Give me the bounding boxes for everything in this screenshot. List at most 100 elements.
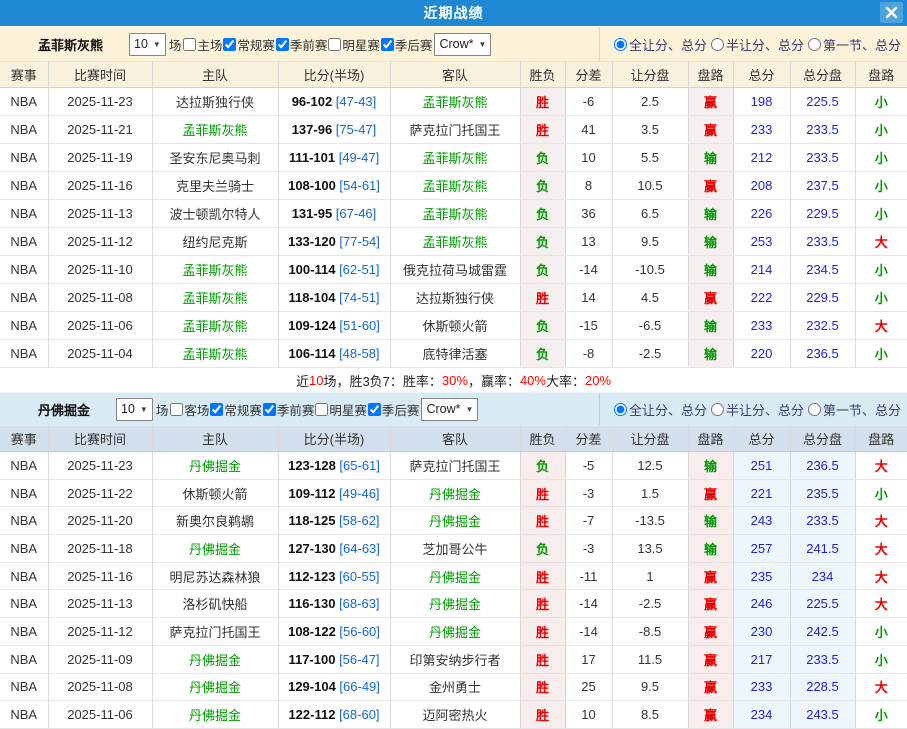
date-cell: 2025-11-23 [48, 452, 152, 480]
games-count-select[interactable]: 10 ▼ [129, 33, 166, 56]
radio-input[interactable] [808, 38, 821, 51]
table-row: NBA2025-11-20新奥尔良鹈鹕118-125 [58-62]丹佛掘金胜-… [0, 507, 907, 535]
table-row: NBA2025-11-10孟菲斯灰熊100-114 [62-51]俄克拉荷马城雷… [0, 256, 907, 284]
over-under-cell: 小 [855, 88, 907, 116]
mode-radio[interactable]: 全让分、总分 [614, 35, 707, 54]
col-total-line: 总分盘 [790, 62, 855, 88]
win-loss-cell: 胜 [520, 562, 565, 590]
table-row: NBA2025-11-21孟菲斯灰熊137-96 [75-47]萨克拉门托国王胜… [0, 116, 907, 144]
col-over-under: 盘路 [855, 426, 907, 452]
table-row: NBA2025-11-16明尼苏达森林狼112-123 [60-55]丹佛掘金胜… [0, 562, 907, 590]
radio-label: 全让分、总分 [629, 400, 707, 419]
filter-checkbox[interactable]: 常规赛 [222, 35, 275, 54]
league-cell: NBA [0, 88, 48, 116]
checkbox-label: 季前赛 [290, 35, 328, 54]
filter-checkbox-group: 客场常规赛季前赛明星赛季后赛 [169, 400, 419, 419]
away-team-cell: 迈阿密热火 [390, 701, 520, 729]
checkbox-input[interactable] [183, 38, 196, 51]
score-cell: 116-130 [68-63] [278, 590, 390, 618]
handicap-result-cell: 赢 [688, 479, 733, 507]
radio-input[interactable] [614, 38, 627, 51]
handicap-line-cell: 1 [612, 562, 688, 590]
mode-radio[interactable]: 半让分、总分 [711, 35, 804, 54]
filter-checkbox[interactable]: 常规赛 [209, 400, 262, 419]
date-cell: 2025-11-16 [48, 172, 152, 200]
checkbox-input[interactable] [381, 38, 394, 51]
total-points-cell: 251 [733, 452, 790, 480]
away-team-cell: 萨克拉门托国王 [390, 116, 520, 144]
point-diff-cell: -15 [565, 312, 612, 340]
filter-checkbox[interactable]: 季后赛 [380, 35, 433, 54]
league-cell: NBA [0, 452, 48, 480]
filter-checkbox[interactable]: 季后赛 [367, 400, 420, 419]
filter-left: 孟菲斯灰熊 10 ▼ 场 主场常规赛季前赛明星赛季后赛 Crow* ▼ [0, 27, 600, 61]
checkbox-input[interactable] [368, 403, 381, 416]
away-team-cell: 孟菲斯灰熊 [390, 200, 520, 228]
col-total: 总分 [733, 426, 790, 452]
total-line-cell: 236.5 [790, 340, 855, 368]
handicap-result-cell: 输 [688, 228, 733, 256]
mode-radio[interactable]: 全让分、总分 [614, 400, 707, 419]
filter-checkbox[interactable]: 明星赛 [314, 400, 367, 419]
table-row: NBA2025-11-19圣安东尼奥马刺111-101 [49-47]孟菲斯灰熊… [0, 144, 907, 172]
mode-radio[interactable]: 第一节、总分 [808, 35, 901, 54]
away-team-cell: 印第安纳步行者 [390, 645, 520, 673]
filter-checkbox[interactable]: 主场 [182, 35, 222, 54]
filter-left: 丹佛掘金 10 ▼ 场 客场常规赛季前赛明星赛季后赛 Crow* ▼ [0, 393, 600, 425]
caret-down-icon: ▼ [153, 40, 161, 49]
radio-input[interactable] [808, 403, 821, 416]
col-win-loss: 胜负 [520, 62, 565, 88]
checkbox-input[interactable] [210, 403, 223, 416]
checkbox-input[interactable] [170, 403, 183, 416]
handicap-line-cell: 5.5 [612, 144, 688, 172]
score-cell: 111-101 [49-47] [278, 144, 390, 172]
total-line-cell: 233.5 [790, 645, 855, 673]
radio-input[interactable] [711, 403, 724, 416]
win-loss-cell: 胜 [520, 645, 565, 673]
handicap-result-cell: 赢 [688, 701, 733, 729]
table-row: NBA2025-11-08丹佛掘金129-104 [66-49]金州勇士胜259… [0, 673, 907, 701]
handicap-result-cell: 输 [688, 256, 733, 284]
checkbox-input[interactable] [276, 38, 289, 51]
point-diff-cell: -14 [565, 590, 612, 618]
handicap-result-cell: 赢 [688, 562, 733, 590]
table-row: NBA2025-11-09丹佛掘金117-100 [56-47]印第安纳步行者胜… [0, 645, 907, 673]
source-select[interactable]: Crow* ▼ [434, 33, 491, 56]
over-under-cell: 大 [855, 562, 907, 590]
handicap-result-cell: 输 [688, 452, 733, 480]
score-cell: 117-100 [56-47] [278, 645, 390, 673]
filterbar: 孟菲斯灰熊 10 ▼ 场 主场常规赛季前赛明星赛季后赛 Crow* ▼ 全让分、… [0, 26, 907, 61]
date-cell: 2025-11-08 [48, 673, 152, 701]
filter-checkbox[interactable]: 客场 [169, 400, 209, 419]
col-date: 比赛时间 [48, 62, 152, 88]
mode-radio[interactable]: 第一节、总分 [808, 400, 901, 419]
radio-input[interactable] [614, 403, 627, 416]
score-cell: 112-123 [60-55] [278, 562, 390, 590]
summary-segment: 10 [309, 373, 323, 388]
filter-checkbox[interactable]: 明星赛 [327, 35, 380, 54]
total-line-cell: 236.5 [790, 452, 855, 480]
filter-checkbox[interactable]: 季前赛 [262, 400, 315, 419]
win-loss-cell: 胜 [520, 673, 565, 701]
total-points-cell: 212 [733, 144, 790, 172]
close-button[interactable] [880, 2, 903, 23]
total-line-cell: 225.5 [790, 590, 855, 618]
checkbox-input[interactable] [315, 403, 328, 416]
league-cell: NBA [0, 535, 48, 563]
checkbox-input[interactable] [223, 38, 236, 51]
games-count-select[interactable]: 10 ▼ [116, 398, 153, 421]
team-section-grizzlies: 孟菲斯灰熊 10 ▼ 场 主场常规赛季前赛明星赛季后赛 Crow* ▼ 全让分、… [0, 26, 907, 392]
radio-input[interactable] [711, 38, 724, 51]
league-cell: NBA [0, 144, 48, 172]
over-under-cell: 小 [855, 284, 907, 312]
win-loss-cell: 胜 [520, 284, 565, 312]
point-diff-cell: -7 [565, 507, 612, 535]
summary-segment: 场，胜3负7：胜率： [323, 371, 441, 390]
filter-checkbox[interactable]: 季前赛 [275, 35, 328, 54]
checkbox-input[interactable] [328, 38, 341, 51]
checkbox-input[interactable] [263, 403, 276, 416]
mode-radio[interactable]: 半让分、总分 [711, 400, 804, 419]
date-cell: 2025-11-10 [48, 256, 152, 284]
away-team-cell: 孟菲斯灰熊 [390, 172, 520, 200]
source-select[interactable]: Crow* ▼ [421, 398, 478, 421]
